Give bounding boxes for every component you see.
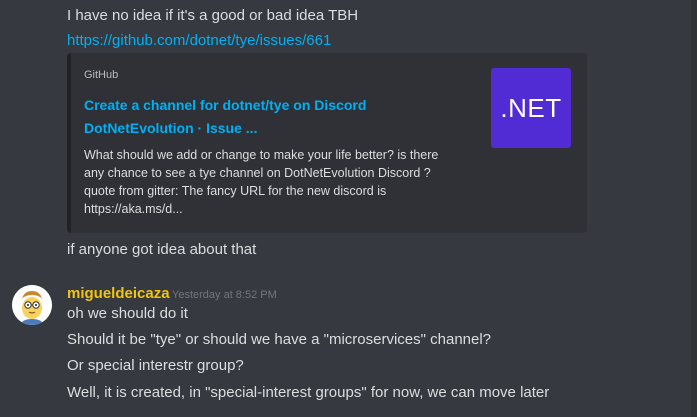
embed-description-line: What should we add or change to make you… <box>84 148 439 162</box>
cartoon-face-icon <box>12 285 52 325</box>
link-embed: GitHub Create a channel for dotnet/tye o… <box>67 53 587 233</box>
embed-description: What should we add or change to make you… <box>84 146 464 218</box>
embed-description-line: https://aka.ms/d... <box>84 202 183 216</box>
message-link-line: https://github.com/dotnet/tye/issues/661 <box>67 31 331 51</box>
message-text: oh we should do it <box>67 305 188 322</box>
message-text: I have no idea if it's a good or bad ide… <box>67 7 359 24</box>
avatar[interactable] <box>12 285 52 325</box>
message-text: Should it be "tye" or should we have a "… <box>67 331 492 348</box>
message-timestamp: Yesterday at 8:52 PM <box>172 289 277 301</box>
dotnet-logo-text: .NET <box>500 92 562 123</box>
chat-messages: I have no idea if it's a good or bad ide… <box>0 0 697 417</box>
embed-title-link[interactable]: Create a channel for dotnet/tye on Disco… <box>84 94 384 140</box>
author-username[interactable]: migueldeicaza <box>67 285 170 302</box>
embed-description-line: any chance to see a tye channel on DotNe… <box>84 166 431 180</box>
embed-title-line: Create a channel for dotnet/tye on Disco… <box>84 97 367 113</box>
embed-title-line: DotNetEvolution · Issue ... <box>84 120 258 136</box>
scrollbar-track[interactable] <box>691 0 697 417</box>
dotnet-logo-thumbnail[interactable]: .NET <box>491 68 571 148</box>
embed-description-line: quote from gitter: The fancy URL for the… <box>84 184 387 198</box>
github-issue-link[interactable]: https://github.com/dotnet/tye/issues/661 <box>67 32 331 49</box>
message-text: if anyone got idea about that <box>67 241 257 258</box>
message-text: Well, it is created, in "special-interes… <box>67 384 550 401</box>
embed-provider: GitHub <box>84 69 119 81</box>
message-text: Or special interestr group? <box>67 357 244 374</box>
